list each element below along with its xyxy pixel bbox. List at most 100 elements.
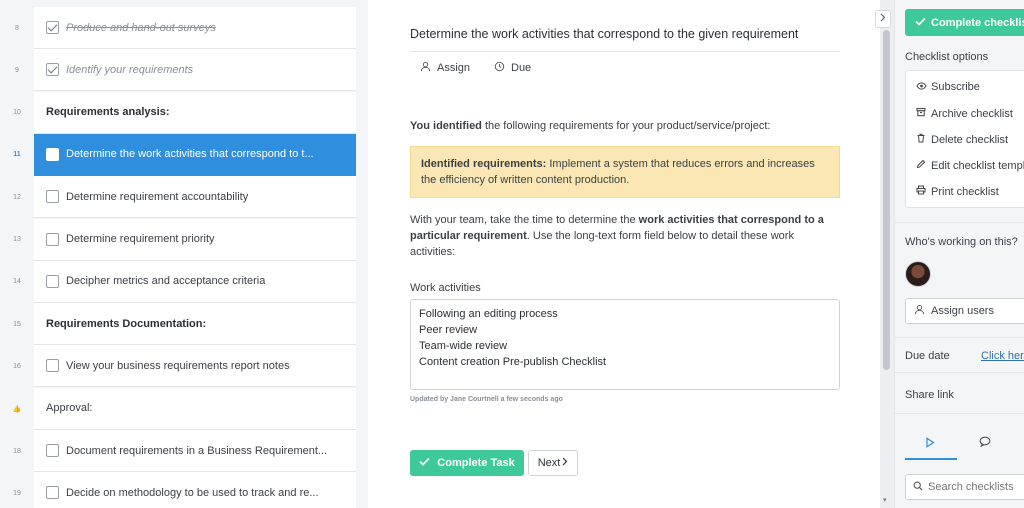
task-number: 8: [15, 24, 19, 32]
thumbs-up-icon: 👍: [12, 405, 22, 413]
search-checklists-input[interactable]: Search checklists: [905, 474, 1024, 500]
tab-comments-icon[interactable]: [979, 436, 991, 450]
title-divider: [410, 51, 840, 52]
pencil-icon: [915, 159, 927, 172]
checklist-sidebar: Complete checklist Checklist options Sub…: [894, 0, 1024, 508]
subscribe-option[interactable]: Subscribe: [915, 81, 980, 93]
collapse-sidebar-button[interactable]: [875, 10, 891, 28]
task-cell[interactable]: Document requirements in a Business Requ…: [34, 430, 356, 472]
field-line: Content creation Pre-publish Checklist: [419, 356, 607, 368]
task-row[interactable]: 8 Produce and hand-out surveys: [0, 7, 356, 49]
task-number: 11: [13, 151, 21, 159]
task-cell[interactable]: Produce and hand-out surveys: [34, 7, 356, 49]
task-label: Decipher metrics and acceptance criteria: [66, 275, 266, 288]
checklist-options-menu: Subscribe Archive checklist Delete check…: [905, 70, 1024, 208]
task-cell[interactable]: Decide on methodology to be used to trac…: [34, 472, 356, 508]
edit-checklist-template-option[interactable]: Edit checklist template: [915, 159, 1024, 172]
task-cell[interactable]: Identify your requirements: [34, 49, 356, 92]
task-checkbox[interactable]: [46, 274, 59, 288]
task-checkbox[interactable]: [46, 21, 59, 34]
task-cell[interactable]: Approval:: [34, 387, 356, 430]
task-label: Determine the work activities that corre…: [66, 148, 314, 161]
task-label: Document requirements in a Business Requ…: [66, 444, 328, 457]
task-label: Determine requirement accountability: [66, 190, 249, 203]
task-cell[interactable]: Decipher metrics and acceptance criteria: [34, 260, 356, 303]
assign-label: Assign: [437, 62, 471, 74]
task-cell[interactable]: Determine requirement accountability: [34, 176, 356, 219]
task-cell[interactable]: Determine requirement priority: [34, 218, 356, 261]
scroll-down-icon[interactable]: ▾: [883, 496, 887, 504]
checklist-options-title: Checklist options: [905, 51, 989, 63]
user-icon: [420, 61, 431, 75]
divider: [895, 222, 1024, 223]
task-row[interactable]: 👍 Approval:: [0, 387, 356, 430]
section-heading: Requirements analysis:: [46, 106, 170, 119]
active-tab-indicator: [905, 458, 957, 460]
task-row[interactable]: 18 Document requirements in a Business Re…: [0, 430, 356, 472]
assign-button[interactable]: Assign: [420, 61, 470, 75]
divider: [895, 413, 1024, 414]
task-row[interactable]: 14 Decipher metrics and acceptance criter…: [0, 260, 356, 303]
identified-requirements-callout: Identified requirements: Implement a sys…: [410, 146, 840, 198]
print-checklist-option[interactable]: Print checklist: [915, 185, 999, 198]
task-checkbox[interactable]: [46, 444, 59, 457]
scrollbar-thumb[interactable]: [883, 30, 890, 370]
work-activities-field[interactable]: Following an editing process Peer review T…: [410, 299, 840, 390]
avatar[interactable]: [905, 261, 931, 287]
task-number: 10: [13, 109, 21, 117]
task-checkbox[interactable]: [46, 232, 59, 246]
task-label: Produce and hand-out surveys: [66, 21, 216, 34]
task-row[interactable]: 12 Determine requirement accountability: [0, 176, 356, 219]
work-activities-label: Work activities: [410, 282, 481, 294]
assign-users-button[interactable]: Assign users: [905, 298, 1024, 324]
complete-task-button[interactable]: Complete Task: [410, 450, 524, 476]
task-row[interactable]: 16 View your business requirements report…: [0, 345, 356, 388]
share-link-label[interactable]: Share link: [905, 389, 954, 401]
task-cell[interactable]: Determine the work activities that corre…: [34, 133, 356, 176]
task-label: Approval:: [46, 402, 93, 415]
check-icon: [419, 457, 430, 469]
set-due-date-link[interactable]: Click here to set: [981, 350, 1024, 362]
archive-icon: [915, 107, 927, 120]
tab-run-icon[interactable]: [925, 437, 935, 451]
main-scrollbar[interactable]: ▾: [880, 0, 894, 508]
due-date-label: Due date: [905, 350, 950, 362]
trash-icon: [915, 133, 927, 146]
chevron-right-icon: [880, 13, 886, 25]
task-checkbox[interactable]: [46, 190, 59, 204]
delete-checklist-option[interactable]: Delete checklist: [915, 133, 1008, 146]
check-icon: [915, 17, 926, 29]
divider: [895, 372, 1024, 373]
task-number: 16: [13, 362, 21, 370]
section-heading: Requirements Documentation:: [46, 317, 207, 330]
task-list: 8 Produce and hand-out surveys 9 Identify y…: [0, 0, 368, 508]
task-row[interactable]: 11 Determine the work activities that cor…: [0, 133, 356, 176]
task-checkbox[interactable]: [46, 486, 59, 500]
task-row[interactable]: 10 Requirements analysis:: [0, 91, 356, 134]
task-row[interactable]: 19 Decide on methodology to be used to tr…: [0, 472, 356, 508]
task-checkbox[interactable]: [46, 147, 59, 161]
printer-icon: [915, 185, 927, 198]
task-detail-panel: Determine the work activities that corre…: [368, 0, 880, 508]
task-cell[interactable]: Requirements Documentation:: [34, 303, 356, 346]
divider: [895, 337, 1024, 338]
archive-checklist-option[interactable]: Archive checklist: [915, 107, 1013, 120]
due-button[interactable]: Due: [494, 61, 531, 75]
task-checkbox[interactable]: [46, 359, 59, 373]
task-row[interactable]: 13 Determine requirement priority: [0, 218, 356, 261]
field-line: Team-wide review: [419, 340, 508, 352]
task-row[interactable]: 9 Identify your requirements: [0, 49, 356, 92]
updated-by-text: Updated by Jane Courtnell a few seconds …: [410, 396, 563, 403]
task-label: Decide on methodology to be used to trac…: [66, 486, 319, 499]
next-button[interactable]: Next: [528, 450, 578, 476]
complete-checklist-button[interactable]: Complete checklist: [905, 9, 1024, 36]
task-number: 13: [13, 236, 21, 243]
task-cell[interactable]: Requirements analysis:: [34, 91, 356, 134]
task-checkbox[interactable]: [46, 63, 59, 77]
field-line: Following an editing process: [419, 308, 558, 320]
eye-icon: [915, 81, 927, 93]
task-cell[interactable]: View your business requirements report n…: [34, 345, 356, 388]
task-row[interactable]: 15 Requirements Documentation:: [0, 303, 356, 346]
task-number: 15: [13, 320, 21, 328]
intro-text: You identified the following requirement…: [410, 120, 771, 132]
